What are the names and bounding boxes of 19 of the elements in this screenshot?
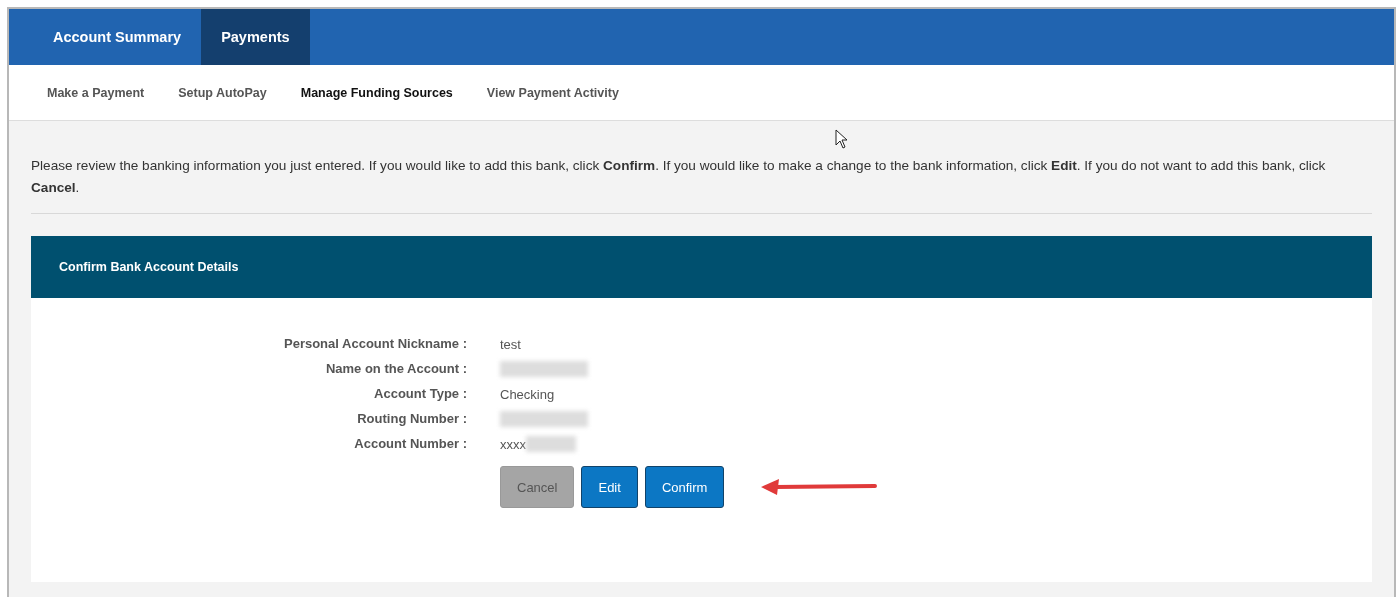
sub-nav-tab[interactable]: Manage Funding Sources — [300, 85, 453, 100]
action-button[interactable]: Confirm — [644, 466, 725, 508]
field-label: Account Number : — [353, 436, 467, 452]
action-button[interactable]: Edit — [581, 466, 638, 508]
sub-nav-tab[interactable]: Setup AutoPay — [178, 85, 267, 100]
field-label: Personal Account Nickname : — [283, 336, 467, 352]
sub-nav-tab[interactable]: Make a Payment — [47, 85, 145, 100]
nav-tab[interactable]: Payments — [201, 9, 310, 65]
sub-nav-tab[interactable]: View Payment Activity — [486, 85, 619, 100]
field-label: Routing Number : — [356, 411, 467, 427]
panel-header: Confirm Bank Account Details — [31, 236, 1372, 298]
field-value: Checking — [500, 386, 555, 402]
instructions-text: Please review the banking information you just entered. If you would like to add this bank, click Confirm. If you would like to make a change to the bank information, click Edit. If you do not want to add this bank, click Cancel. — [31, 157, 1327, 197]
nav-tab[interactable]: Account Summary — [33, 9, 202, 65]
cursor-icon — [835, 129, 849, 149]
field-label: Account Type : — [373, 386, 467, 402]
field-value: test — [500, 336, 521, 352]
field-label: Name on the Account : — [324, 361, 467, 377]
field-value: xxxx — [500, 436, 526, 452]
